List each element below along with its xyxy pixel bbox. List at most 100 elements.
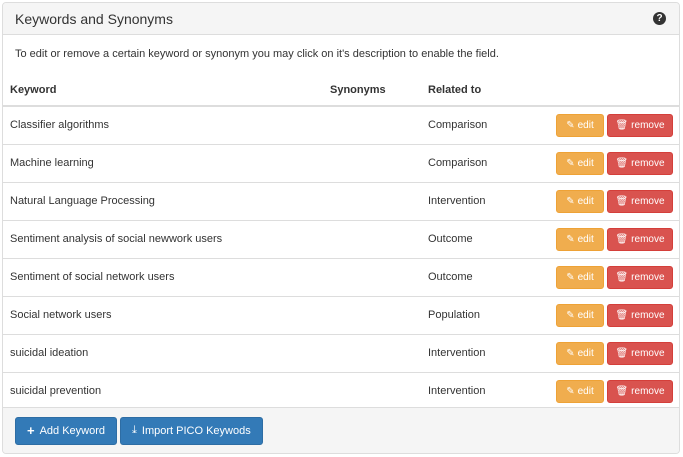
keyword-cell[interactable]: Classifier algorithms [3, 106, 323, 144]
remove-button[interactable]: 🗑 remove [607, 227, 673, 251]
import-label: Import PICO Keywods [141, 424, 251, 437]
edit-label: edit [577, 233, 594, 245]
edit-label: edit [577, 157, 594, 169]
add-keyword-label: Add Keyword [39, 424, 106, 437]
synonyms-cell[interactable] [323, 219, 421, 258]
keyword-cell[interactable]: Sentiment analysis of social newwork use… [3, 219, 323, 258]
edit-button[interactable]: ✎ edit [556, 303, 604, 327]
instructions: To edit or remove a certain keyword or s… [15, 48, 499, 60]
keywords-panel: Keywords and Synonyms ? To edit or remov… [2, 2, 680, 454]
edit-label: edit [577, 271, 594, 283]
pencil-icon: ✎ [566, 309, 575, 321]
remove-label: remove [631, 195, 665, 207]
import-pico-keywords-button[interactable]: ⤓ Import PICO Keywods [120, 416, 263, 445]
edit-label: edit [577, 119, 594, 131]
edit-label: edit [577, 385, 594, 397]
trash-icon: 🗑 [615, 347, 629, 359]
trash-icon: 🗑 [615, 271, 629, 283]
related-to-cell: Intervention [421, 333, 531, 372]
trash-icon: 🗑 [615, 309, 629, 321]
keyword-cell[interactable]: Machine learning [3, 143, 323, 182]
header-synonyms: Synonyms [323, 75, 421, 107]
synonyms-cell[interactable] [323, 295, 421, 334]
related-to-cell: Outcome [421, 219, 531, 258]
import-icon: ⤓ [132, 424, 137, 436]
related-to-cell: Outcome [421, 257, 531, 296]
remove-button[interactable]: 🗑 remove [607, 189, 673, 213]
remove-label: remove [631, 157, 665, 169]
remove-label: remove [631, 385, 665, 397]
actions-cell: ✎ edit 🗑 remove [531, 257, 679, 296]
table-row: Machine learning Comparison ✎ edit 🗑 remove [3, 143, 679, 182]
panel-heading: Keywords and Synonyms ? [3, 3, 679, 35]
synonyms-cell[interactable] [323, 257, 421, 296]
trash-icon: 🗑 [615, 385, 629, 397]
keyword-cell[interactable]: Social network users [3, 295, 323, 334]
edit-button[interactable]: ✎ edit [556, 227, 604, 251]
pencil-icon: ✎ [566, 195, 575, 207]
edit-label: edit [577, 195, 594, 207]
synonyms-cell[interactable] [323, 106, 421, 144]
actions-cell: ✎ edit 🗑 remove [531, 106, 679, 144]
add-keyword-button[interactable]: + Add Keyword [15, 416, 118, 445]
related-to-cell: Comparison [421, 143, 531, 182]
header-related-to: Related to [421, 75, 531, 107]
trash-icon: 🗑 [615, 157, 629, 169]
pencil-icon: ✎ [566, 157, 575, 169]
table-row: Sentiment analysis of social newwork use… [3, 219, 679, 258]
remove-label: remove [631, 233, 665, 245]
pencil-icon: ✎ [566, 271, 575, 283]
keyword-cell[interactable]: suicidal prevention [3, 371, 323, 410]
actions-cell: ✎ edit 🗑 remove [531, 295, 679, 334]
question-circle-icon[interactable]: ? [653, 12, 666, 25]
table-row: Classifier algorithms Comparison ✎ edit 🗑 rem… [3, 106, 679, 144]
keywords-table: Keyword Synonyms Related to Classifier a… [3, 75, 679, 410]
remove-button[interactable]: 🗑 remove [607, 341, 673, 365]
actions-cell: ✎ edit 🗑 remove [531, 181, 679, 220]
related-to-cell: Intervention [421, 371, 531, 410]
synonyms-cell[interactable] [323, 143, 421, 182]
edit-label: edit [577, 347, 594, 359]
table-row: Natural Language Processing Intervention ✎… [3, 181, 679, 220]
edit-button[interactable]: ✎ edit [556, 151, 604, 175]
trash-icon: 🗑 [615, 233, 629, 245]
edit-label: edit [577, 309, 594, 321]
remove-button[interactable]: 🗑 remove [607, 113, 673, 137]
table-row: Sentiment of social network users Outcome… [3, 257, 679, 296]
table-row: suicidal prevention Intervention ✎ edit 🗑 rem… [3, 371, 679, 410]
pencil-icon: ✎ [566, 119, 575, 131]
remove-button[interactable]: 🗑 remove [607, 379, 673, 403]
actions-cell: ✎ edit 🗑 remove [531, 333, 679, 372]
related-to-cell: Comparison [428, 119, 488, 132]
edit-button[interactable]: ✎ edit [556, 265, 604, 289]
keyword-cell[interactable]: Natural Language Processing [3, 181, 323, 220]
pencil-icon: ✎ [566, 233, 575, 245]
trash-icon: 🗑 [615, 119, 629, 131]
remove-label: remove [631, 347, 665, 359]
edit-button[interactable]: ✎ edit [556, 113, 604, 137]
remove-label: remove [631, 271, 665, 283]
actions-cell: ✎ edit 🗑 remove [531, 219, 679, 258]
synonyms-cell[interactable] [323, 333, 421, 372]
remove-button[interactable]: 🗑 remove [607, 303, 673, 327]
pencil-icon: ✎ [566, 385, 575, 397]
keyword-cell[interactable]: suicidal ideation [3, 333, 323, 372]
related-to-cell: Intervention [421, 181, 531, 220]
synonyms-cell[interactable] [323, 181, 421, 220]
synonyms-cell[interactable] [323, 371, 421, 410]
edit-button[interactable]: ✎ edit [556, 189, 604, 213]
remove-button[interactable]: 🗑 remove [607, 151, 673, 175]
panel-footer: + Add Keyword ⤓ Import PICO Keywods [3, 407, 679, 453]
table-row: suicidal ideation Intervention ✎ edit 🗑 remov… [3, 333, 679, 372]
table-row: Social network users Population ✎ edit 🗑 remo… [3, 295, 679, 334]
remove-label: remove [631, 119, 665, 131]
panel-title: Keywords and Synonyms [15, 10, 173, 27]
edit-button[interactable]: ✎ edit [556, 379, 604, 403]
keyword-cell[interactable]: Sentiment of social network users [3, 257, 323, 296]
trash-icon: 🗑 [615, 195, 629, 207]
actions-cell: ✎ edit 🗑 remove [531, 371, 679, 410]
actions-cell: ✎ edit 🗑 remove [531, 143, 679, 182]
edit-button[interactable]: ✎ edit [556, 341, 604, 365]
remove-button[interactable]: 🗑 remove [607, 265, 673, 289]
related-to-cell: Population [421, 295, 531, 334]
